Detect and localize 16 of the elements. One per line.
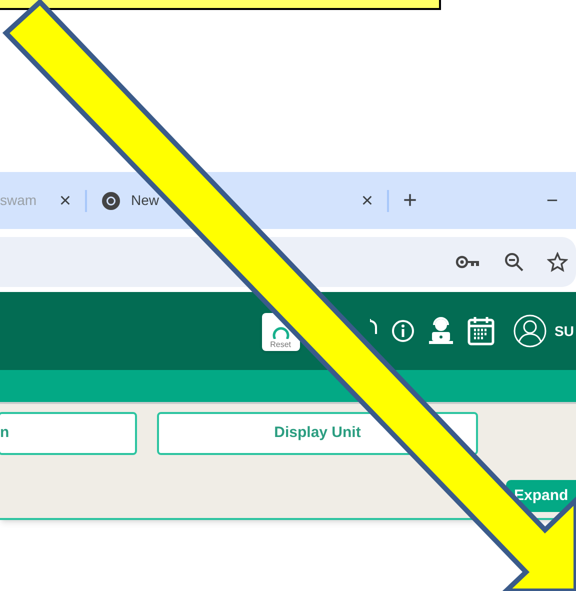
new-tab-button[interactable]: +	[403, 188, 418, 212]
zoom-out-icon[interactable]	[504, 252, 524, 272]
reset-icon	[272, 325, 290, 339]
star-icon[interactable]	[547, 252, 568, 272]
minimize-button[interactable]: −	[546, 190, 558, 210]
unit-button[interactable]: n	[0, 412, 137, 455]
user-name[interactable]: SU	[554, 320, 574, 342]
support-agent-icon[interactable]	[426, 317, 455, 345]
close-tab-button[interactable]: ×	[59, 186, 71, 216]
info-icon[interactable]	[390, 319, 415, 343]
user-avatar-icon[interactable]	[512, 314, 547, 348]
close-tab-button[interactable]: ×	[361, 186, 373, 216]
key-icon[interactable]	[455, 254, 481, 268]
reset-label: Reset	[270, 339, 291, 350]
tab-title[interactable]: New	[131, 190, 160, 211]
calendar-icon[interactable]	[466, 316, 495, 346]
